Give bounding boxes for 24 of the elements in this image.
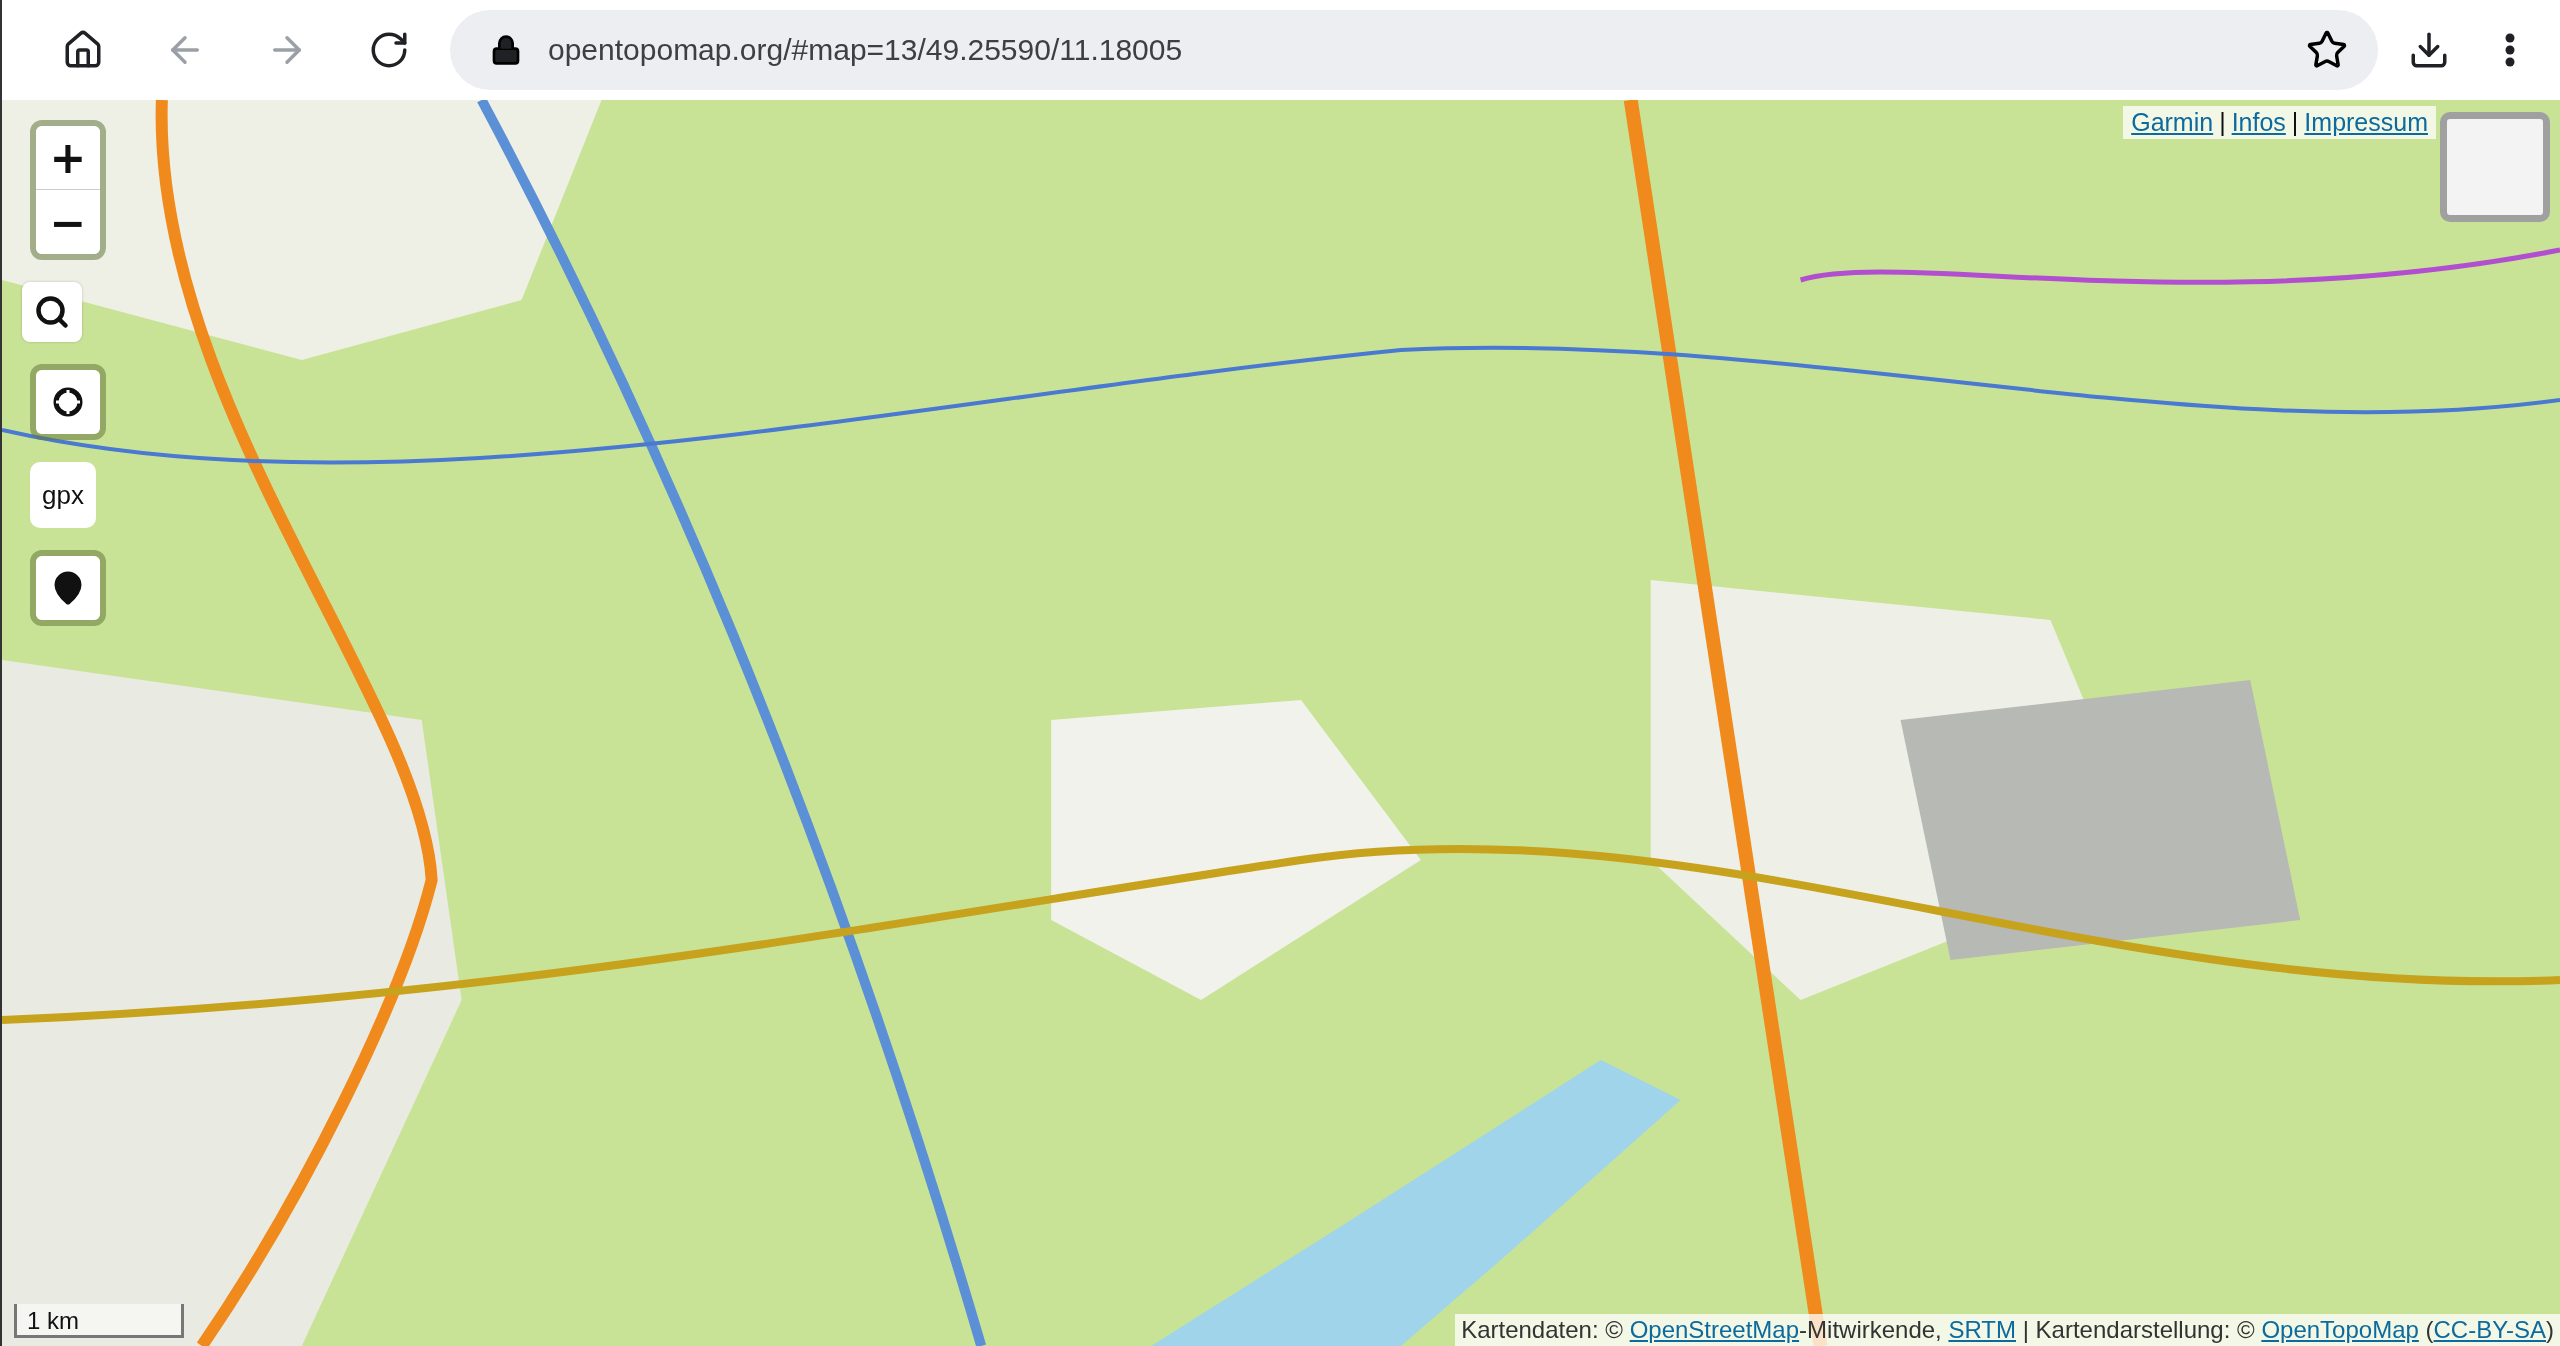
separator: |	[2291, 108, 2299, 137]
attribution-link[interactable]: OpenTopoMap	[2261, 1316, 2419, 1343]
menu-icon	[2505, 33, 2515, 67]
layer-switcher[interactable]	[2440, 112, 2550, 222]
zoom-out-button[interactable]: −	[36, 190, 100, 254]
separator: |	[2219, 108, 2226, 137]
address-bar[interactable]: opentopomap.org/#map=13/49.25590/11.18005	[450, 10, 2378, 90]
home-icon	[62, 29, 104, 71]
marker-button[interactable]	[36, 556, 100, 620]
attribution-link[interactable]: SRTM	[1948, 1316, 2016, 1343]
locate-button[interactable]	[36, 370, 100, 434]
zoom-in-button[interactable]: +	[36, 126, 100, 190]
header-link[interactable]: Impressum	[2304, 108, 2428, 137]
header-link[interactable]: Garmin	[2131, 108, 2214, 137]
crosshair-icon	[53, 387, 83, 417]
search-button[interactable]	[22, 282, 82, 342]
gpx-button[interactable]: gpx	[30, 462, 96, 528]
lock-icon	[490, 34, 522, 66]
scale-bar: 1 km	[14, 1304, 184, 1338]
header-link[interactable]: Infos	[2231, 108, 2286, 137]
attribution-text: Kartendaten: © OpenStreetMap-Mitwirkende, SRTM | Kartendarstellung: © OpenTopoMap (CC-BY-SA)	[1455, 1314, 2560, 1346]
attribution-link[interactable]: OpenStreetMap	[1629, 1316, 1800, 1343]
star-icon[interactable]	[2306, 29, 2348, 71]
search-icon	[34, 294, 70, 330]
